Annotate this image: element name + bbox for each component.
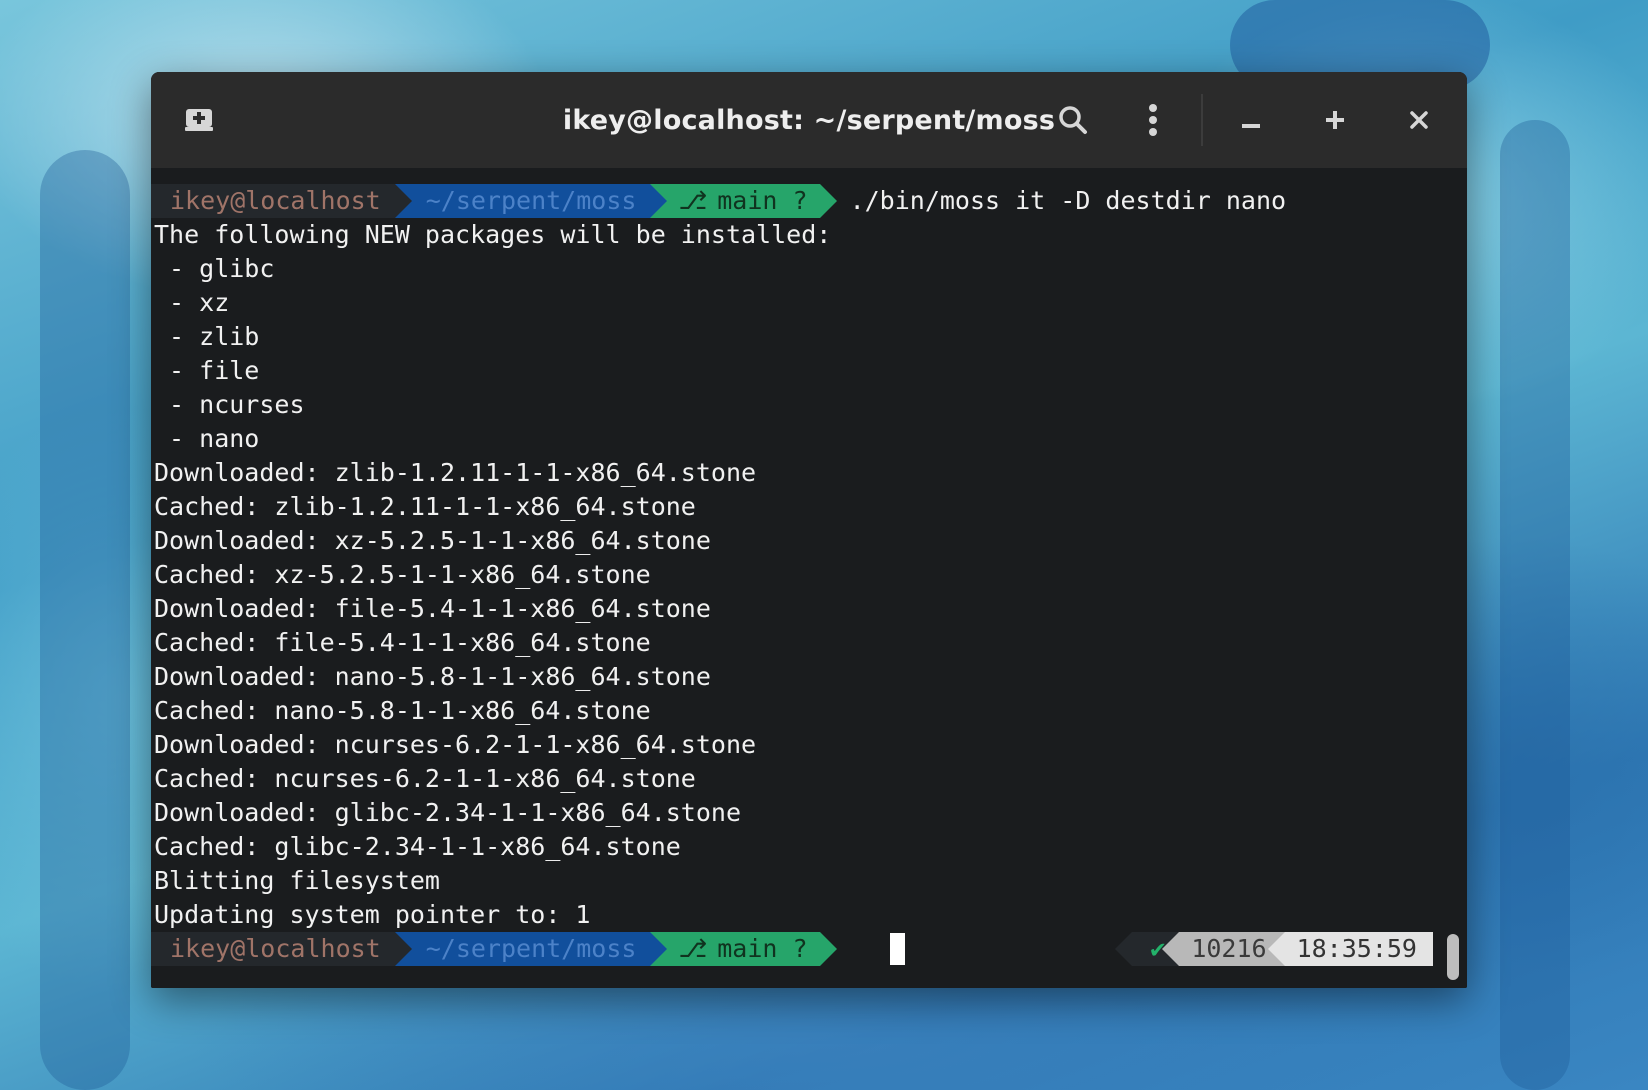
output-line: - glibc: [154, 254, 275, 283]
prompt-user: ikey@localhost: [151, 932, 412, 966]
output-line: Downloaded: zlib-1.2.11-1-1-x86_64.stone: [154, 458, 757, 487]
terminal-window: ikey@localhost: ~/serpent/moss ikey@loca…: [151, 72, 1467, 988]
menu-button[interactable]: [1129, 96, 1177, 144]
terminal-area[interactable]: ikey@localhost ~/serpent/moss ⎇ main ? ./…: [151, 168, 1467, 988]
new-tab-button[interactable]: [175, 96, 223, 144]
output-line: Cached: nano-5.8-1-1-x86_64.stone: [154, 696, 651, 725]
output-line: - xz: [154, 288, 230, 317]
search-icon: [1059, 106, 1087, 134]
new-tab-icon: [185, 109, 213, 131]
shell-prompt: ikey@localhost ~/serpent/moss ⎇ main ? ./…: [151, 184, 1286, 218]
search-button[interactable]: [1049, 96, 1097, 144]
menu-icon: [1149, 104, 1157, 136]
output-line: Downloaded: file-5.4-1-1-x86_64.stone: [154, 594, 711, 623]
git-branch-icon: ⎇: [678, 934, 708, 963]
prompt-git-segment: ⎇ main ?: [650, 184, 837, 218]
output-line: - zlib: [154, 322, 260, 351]
output-line: Blitting filesystem: [154, 866, 440, 895]
prompt-directory: ~/serpent/moss: [394, 932, 668, 966]
clock-time: 18:35:59: [1267, 932, 1433, 966]
output-line: Downloaded: xz-5.2.5-1-1-x86_64.stone: [154, 526, 711, 555]
output-line: Updating system pointer to: 1: [154, 900, 591, 929]
right-prompt: ✔ 10216 18:35:59: [1115, 932, 1433, 966]
minimize-button[interactable]: [1227, 96, 1275, 144]
prompt-git-segment: ⎇ main ?: [650, 932, 837, 966]
output-line: - nano: [154, 424, 260, 453]
close-icon: [1410, 111, 1428, 129]
output-line: Downloaded: nano-5.8-1-1-x86_64.stone: [154, 662, 711, 691]
titlebar-separator: [1201, 94, 1203, 146]
scrollbar-thumb[interactable]: [1447, 934, 1459, 980]
wallpaper-tree: [1500, 120, 1570, 1090]
shell-prompt: ikey@localhost ~/serpent/moss ⎇ main ?: [151, 932, 837, 966]
output-line: Downloaded: ncurses-6.2-1-1-x86_64.stone: [154, 730, 757, 759]
command-text: ./bin/moss it -D destdir nano: [849, 186, 1287, 215]
prompt-user: ikey@localhost: [151, 184, 412, 218]
maximize-button[interactable]: [1311, 96, 1359, 144]
text-cursor: [890, 933, 905, 965]
output-line: Cached: glibc-2.34-1-1-x86_64.stone: [154, 832, 681, 861]
output-line: Cached: xz-5.2.5-1-1-x86_64.stone: [154, 560, 651, 589]
git-branch-icon: ⎇: [678, 186, 708, 215]
prompt-branch: main ?: [717, 186, 808, 215]
minimize-icon: [1242, 124, 1260, 128]
output-line: Cached: ncurses-6.2-1-1-x86_64.stone: [154, 764, 696, 793]
output-line: - ncurses: [154, 390, 305, 419]
prompt-branch: main ?: [717, 934, 808, 963]
output-line: Downloaded: glibc-2.34-1-1-x86_64.stone: [154, 798, 741, 827]
title-bar: ikey@localhost: ~/serpent/moss: [151, 72, 1467, 168]
output-line: The following NEW packages will be insta…: [154, 220, 832, 249]
close-button[interactable]: [1395, 96, 1443, 144]
output-line: - file: [154, 356, 260, 385]
prompt-directory: ~/serpent/moss: [394, 184, 668, 218]
wallpaper-tree: [40, 150, 130, 1090]
output-line: Cached: file-5.4-1-1-x86_64.stone: [154, 628, 651, 657]
output-line: Cached: zlib-1.2.11-1-1-x86_64.stone: [154, 492, 696, 521]
maximize-icon: [1326, 111, 1344, 129]
